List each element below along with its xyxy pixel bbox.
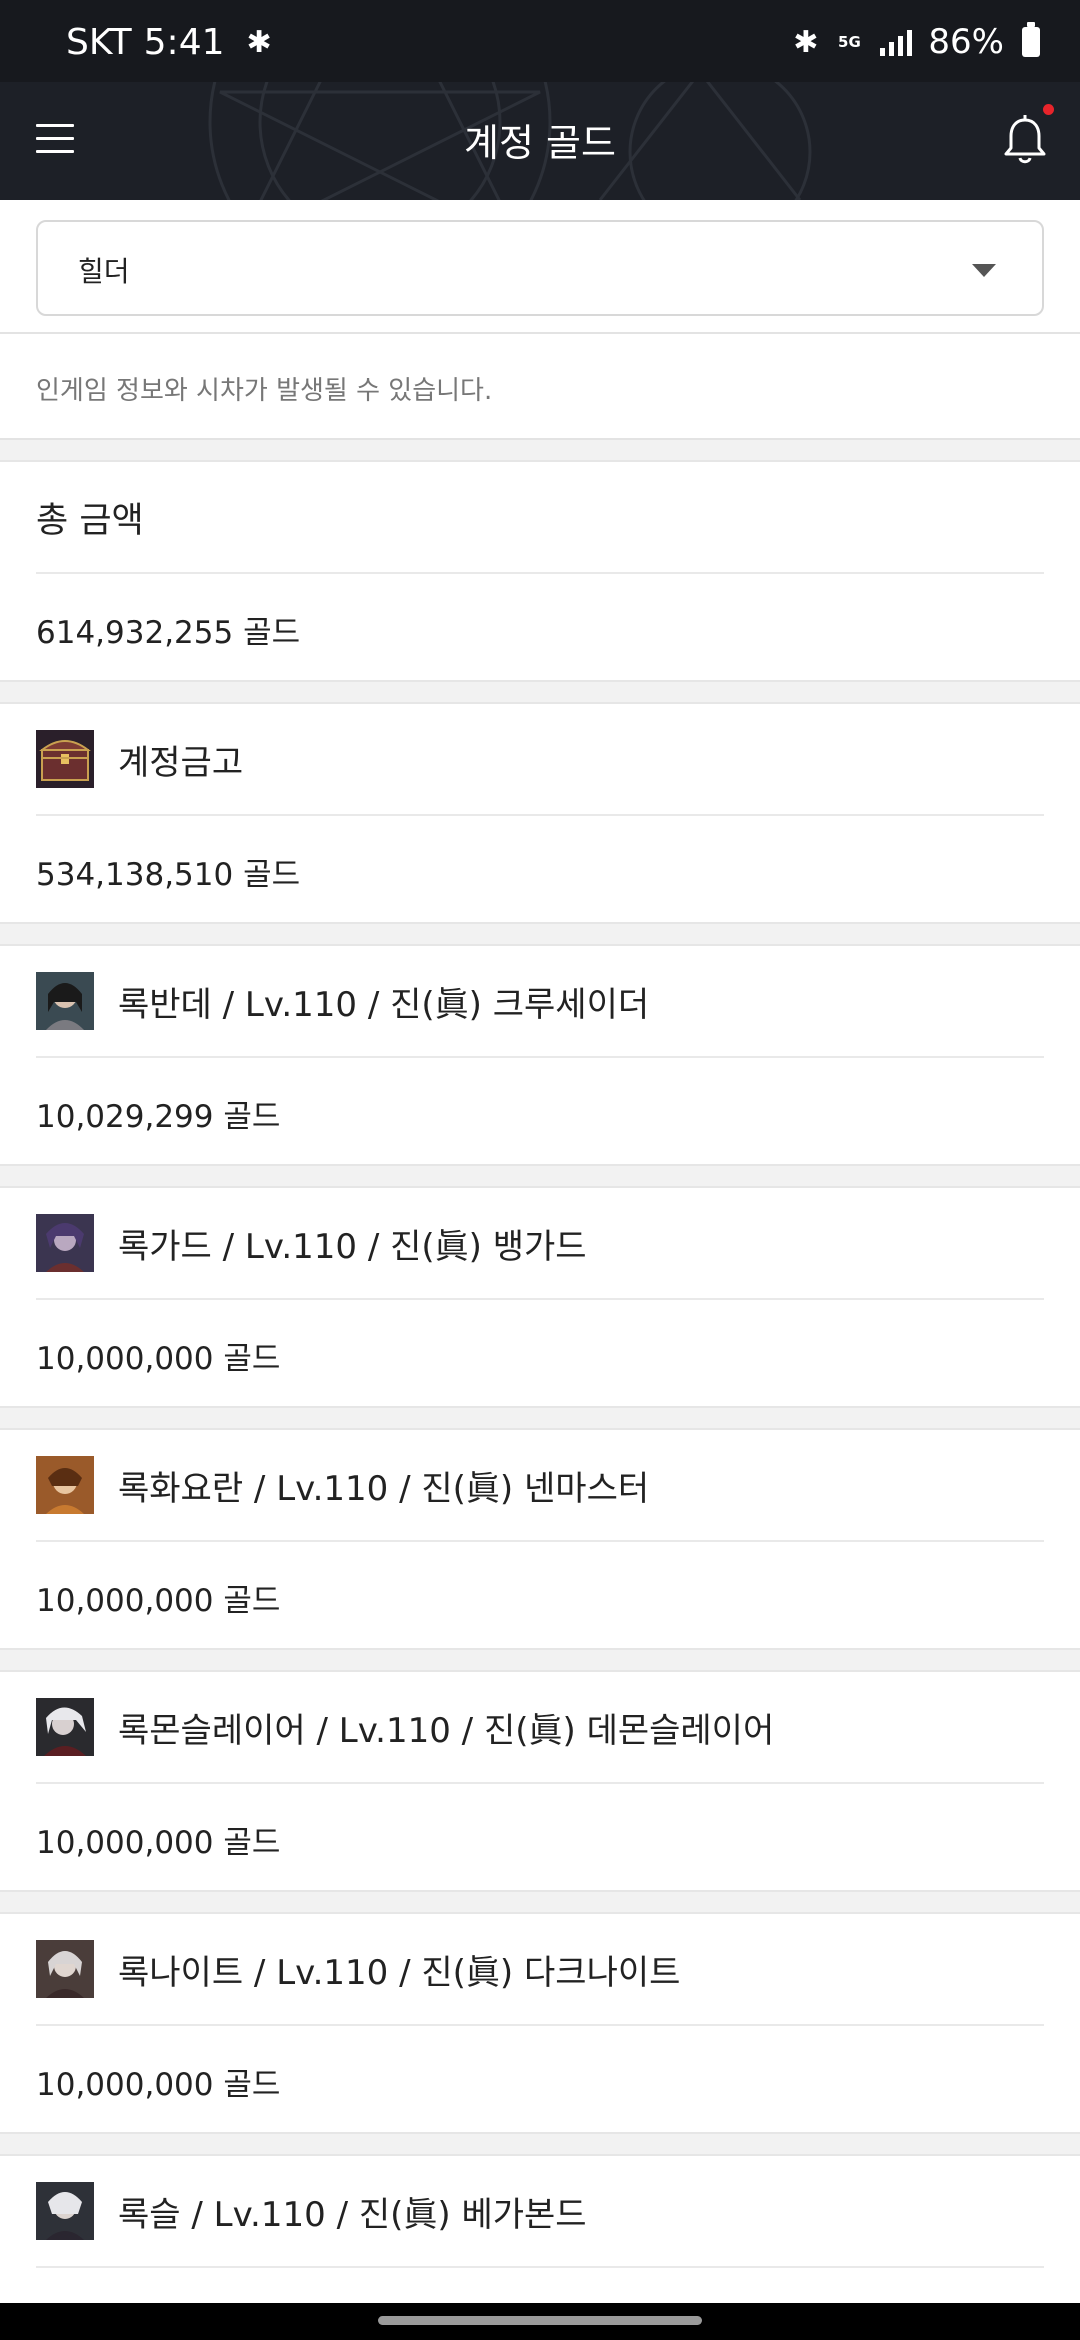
system-navigation-bar xyxy=(0,2303,1080,2340)
notice-text: 인게임 정보와 시차가 발생될 수 있습니다. xyxy=(36,376,493,406)
character-avatar xyxy=(36,1698,94,1756)
notification-bell-icon[interactable] xyxy=(1000,112,1050,168)
character-card: 록반데 / Lv.110 / 진(眞) 크루세이더 10,029,299 골드 xyxy=(0,944,1080,1166)
status-bar: SKT 5:41 ✱ ✱ 5G 86% xyxy=(0,0,1080,82)
character-avatar xyxy=(36,2182,94,2240)
carrier-label: SKT xyxy=(66,22,132,63)
character-card: 록가드 / Lv.110 / 진(眞) 뱅가드 10,000,000 골드 xyxy=(0,1186,1080,1408)
total-gold-label: 총 금액 xyxy=(36,500,144,541)
character-gold-amount: 10,000,000 골드 xyxy=(36,1825,281,1861)
battery-icon xyxy=(1022,22,1040,57)
notification-dot xyxy=(1043,104,1054,115)
character-header: 록슬 / Lv.110 / 진(眞) 베가본드 xyxy=(36,2156,1044,2268)
app-header: 계정 골드 xyxy=(0,82,1080,200)
character-gold-amount: 10,029,299 골드 xyxy=(36,1099,281,1135)
account-vault-card: 계정금고 534,138,510 골드 xyxy=(0,702,1080,924)
character-avatar xyxy=(36,1214,94,1272)
battery-level: 86% xyxy=(928,22,1004,62)
total-gold-amount: 614,932,255 골드 xyxy=(36,615,301,651)
character-card: 록나이트 / Lv.110 / 진(眞) 다크나이트 10,000,000 골드 xyxy=(0,1912,1080,2134)
character-label: 록가드 / Lv.110 / 진(眞) 뱅가드 xyxy=(118,1226,587,1267)
total-gold-card: 총 금액 614,932,255 골드 xyxy=(0,460,1080,682)
treasure-chest-icon xyxy=(36,730,94,788)
page-title: 계정 골드 xyxy=(464,121,616,165)
character-gold-amount: 10,000,000 골드 xyxy=(36,1583,281,1619)
character-card: 록슬 / Lv.110 / 진(眞) 베가본드 xyxy=(0,2154,1080,2314)
character-label: 록슬 / Lv.110 / 진(眞) 베가본드 xyxy=(118,2194,587,2235)
character-header: 록화요란 / Lv.110 / 진(眞) 넨마스터 xyxy=(36,1430,1044,1542)
account-vault-label: 계정금고 xyxy=(118,742,244,783)
character-avatar xyxy=(36,1456,94,1514)
character-avatar xyxy=(36,1940,94,1998)
character-label: 록화요란 / Lv.110 / 진(眞) 넨마스터 xyxy=(118,1468,650,1509)
character-gold-amount: 10,000,000 골드 xyxy=(36,1341,281,1377)
chevron-down-icon xyxy=(972,264,996,277)
signal-icon xyxy=(880,28,913,56)
network-type-badge: 5G xyxy=(838,32,861,51)
character-label: 록나이트 / Lv.110 / 진(眞) 다크나이트 xyxy=(118,1952,681,1993)
total-gold-header: 총 금액 xyxy=(36,462,1044,574)
character-header: 록가드 / Lv.110 / 진(眞) 뱅가드 xyxy=(36,1188,1044,1300)
character-gold-amount: 10,000,000 골드 xyxy=(36,2067,281,2103)
status-bar-left: SKT 5:41 ✱ xyxy=(66,22,272,63)
clock: 5:41 xyxy=(143,22,225,63)
character-avatar xyxy=(36,972,94,1030)
account-vault-amount: 534,138,510 골드 xyxy=(36,857,301,893)
account-vault-header: 계정금고 xyxy=(36,704,1044,816)
bluetooth-icon: ✱ xyxy=(793,24,819,60)
character-header: 록반데 / Lv.110 / 진(眞) 크루세이더 xyxy=(36,946,1044,1058)
bluetooth-icon: ✱ xyxy=(246,25,272,60)
status-bar-right: ✱ 5G 86% xyxy=(793,22,1040,62)
character-label: 록반데 / Lv.110 / 진(眞) 크루세이더 xyxy=(118,984,650,1025)
home-gesture-handle[interactable] xyxy=(378,2316,702,2325)
character-label: 록몬슬레이어 / Lv.110 / 진(眞) 데몬슬레이어 xyxy=(118,1710,775,1751)
server-selector-section: 힐더 xyxy=(0,200,1080,334)
character-header: 록나이트 / Lv.110 / 진(眞) 다크나이트 xyxy=(36,1914,1044,2026)
character-card: 록화요란 / Lv.110 / 진(眞) 넨마스터 10,000,000 골드 xyxy=(0,1428,1080,1650)
character-card: 록몬슬레이어 / Lv.110 / 진(眞) 데몬슬레이어 10,000,000… xyxy=(0,1670,1080,1892)
character-header: 록몬슬레이어 / Lv.110 / 진(眞) 데몬슬레이어 xyxy=(36,1672,1044,1784)
server-dropdown-value: 힐더 xyxy=(78,255,130,288)
info-notice: 인게임 정보와 시차가 발생될 수 있습니다. xyxy=(0,334,1080,440)
server-dropdown[interactable]: 힐더 xyxy=(36,220,1044,316)
